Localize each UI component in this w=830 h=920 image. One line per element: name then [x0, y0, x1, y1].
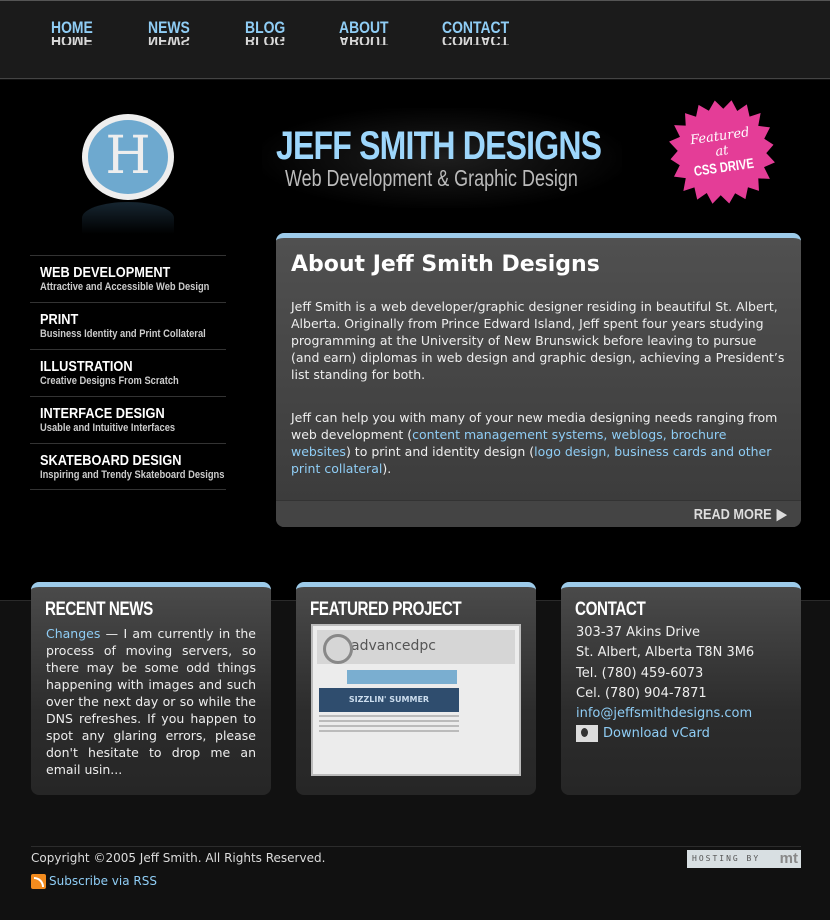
service-interface-design[interactable]: INTERFACE DESIGN Usable and Intuitive Int… — [30, 396, 226, 443]
nav-reflection: BLOG — [245, 37, 285, 45]
featured-project-title: FEATURED PROJECT — [310, 599, 462, 620]
footer-divider — [31, 846, 801, 847]
service-subtitle: Attractive and Accessible Web Design — [40, 281, 210, 293]
service-title: INTERFACE DESIGN — [40, 405, 165, 422]
service-title: WEB DEVELOPMENT — [40, 264, 171, 281]
read-more-button[interactable]: READ MORE ▶ — [276, 500, 801, 527]
screenshot-promo: SIZZLIN' SUMMER — [319, 688, 459, 712]
nav-label: HOME — [51, 18, 93, 37]
nav-label: ABOUT — [339, 18, 389, 37]
read-more-label: READ MORE — [693, 506, 772, 523]
nav-reflection: ABOUT — [339, 37, 389, 45]
service-title: ILLUSTRATION — [40, 358, 133, 375]
about-title: About Jeff Smith Designs — [291, 252, 600, 277]
service-title: PRINT — [40, 311, 79, 328]
services-menu: WEB DEVELOPMENT Attractive and Accessible… — [30, 255, 226, 490]
play-arrow-icon: ▶ — [777, 506, 787, 523]
rss-subscribe: Subscribe via RSS — [31, 874, 157, 889]
service-subtitle: Business Identity and Print Collateral — [40, 328, 206, 340]
text: ). — [382, 461, 392, 476]
subscribe-rss-link[interactable]: Subscribe via RSS — [49, 874, 157, 888]
logo-reflection — [82, 202, 174, 234]
cellphone: Cel. (780) 904-7871 — [576, 685, 707, 701]
service-subtitle: Inspiring and Trendy Skateboard Designs — [40, 469, 225, 481]
about-panel: About Jeff Smith Designs Jeff Smith is a… — [276, 233, 801, 527]
telephone: Tel. (780) 459-6073 — [576, 665, 704, 681]
address-line: St. Albert, Alberta T8N 3M6 — [576, 645, 755, 661]
site-subtitle: Web Development & Graphic Design — [285, 165, 578, 191]
featured-project-box: FEATURED PROJECT advancedpc SIZZLIN' SUM… — [296, 582, 536, 795]
rss-icon — [31, 874, 46, 889]
hosting-logo: mt — [779, 850, 798, 867]
nav-contact[interactable]: CONTACTCONTACT — [442, 18, 510, 46]
logo-icon[interactable]: H — [82, 114, 174, 200]
nav-label: CONTACT — [442, 18, 510, 37]
text: ) to print and identity design ( — [345, 444, 535, 459]
nav-reflection: HOME — [51, 37, 93, 45]
download-vcard-link[interactable]: Download vCard — [603, 726, 710, 741]
screenshot-line — [319, 715, 459, 717]
badge-text: CSS DRIVE — [693, 154, 756, 179]
service-web-development[interactable]: WEB DEVELOPMENT Attractive and Accessible… — [30, 255, 226, 302]
screenshot-line — [319, 730, 459, 732]
nav-about[interactable]: ABOUTABOUT — [339, 18, 389, 46]
email-link[interactable]: info@jeffsmithdesigns.com — [576, 706, 752, 721]
vcard-icon — [576, 725, 598, 743]
nav-blog[interactable]: BLOGBLOG — [245, 18, 286, 46]
contact-box: CONTACT 303-37 Akins Drive St. Albert, A… — [561, 582, 801, 795]
copyright: Copyright ©2005 Jeff Smith. All Rights R… — [31, 851, 326, 865]
nav-home[interactable]: HOMEHOME — [51, 18, 93, 46]
screenshot-line — [319, 725, 459, 727]
nav-label: BLOG — [245, 18, 286, 37]
hosting-label: HOSTING BY — [692, 854, 761, 863]
service-print[interactable]: PRINT Business Identity and Print Collate… — [30, 302, 226, 349]
screenshot-banner — [347, 670, 457, 684]
news-text: Changes — I am currently in the process … — [46, 625, 256, 778]
recent-news-title: RECENT NEWS — [45, 599, 153, 620]
screenshot-line — [319, 720, 459, 722]
contact-title: CONTACT — [575, 599, 646, 620]
news-body: — I am currently in the process of movin… — [46, 626, 256, 777]
service-title: SKATEBOARD DESIGN — [40, 452, 182, 469]
top-navigation: HOMEHOME NEWSNEWS BLOGBLOG ABOUTABOUT CO… — [0, 0, 830, 79]
nav-reflection: CONTACT — [442, 37, 509, 45]
service-subtitle: Usable and Intuitive Interfaces — [40, 422, 176, 434]
news-link[interactable]: Changes — [46, 626, 100, 641]
contact-details: 303-37 Akins Drive St. Albert, Alberta T… — [576, 623, 754, 745]
nav-news[interactable]: NEWSNEWS — [148, 18, 190, 46]
nav-label: NEWS — [148, 18, 190, 37]
address-line: 303-37 Akins Drive — [576, 625, 701, 640]
service-subtitle: Creative Designs From Scratch — [40, 375, 179, 387]
recent-news-box: RECENT NEWS Changes — I am currently in … — [31, 582, 271, 795]
project-screenshot[interactable]: advancedpc SIZZLIN' SUMMER — [311, 624, 521, 776]
hosting-badge[interactable]: HOSTING BY mt — [687, 850, 801, 868]
about-paragraph-2: Jeff can help you with many of your new … — [291, 409, 786, 477]
logo-letter: H — [88, 120, 168, 194]
about-paragraph-1: Jeff Smith is a web developer/graphic de… — [291, 299, 785, 382]
service-skateboard-design[interactable]: SKATEBOARD DESIGN Inspiring and Trendy Sk… — [30, 443, 226, 490]
screenshot-brand: advancedpc — [317, 630, 515, 664]
site-title: JEFF SMITH DESIGNS — [276, 124, 602, 168]
service-illustration[interactable]: ILLUSTRATION Creative Designs From Scratc… — [30, 349, 226, 396]
nav-reflection: NEWS — [148, 37, 190, 45]
